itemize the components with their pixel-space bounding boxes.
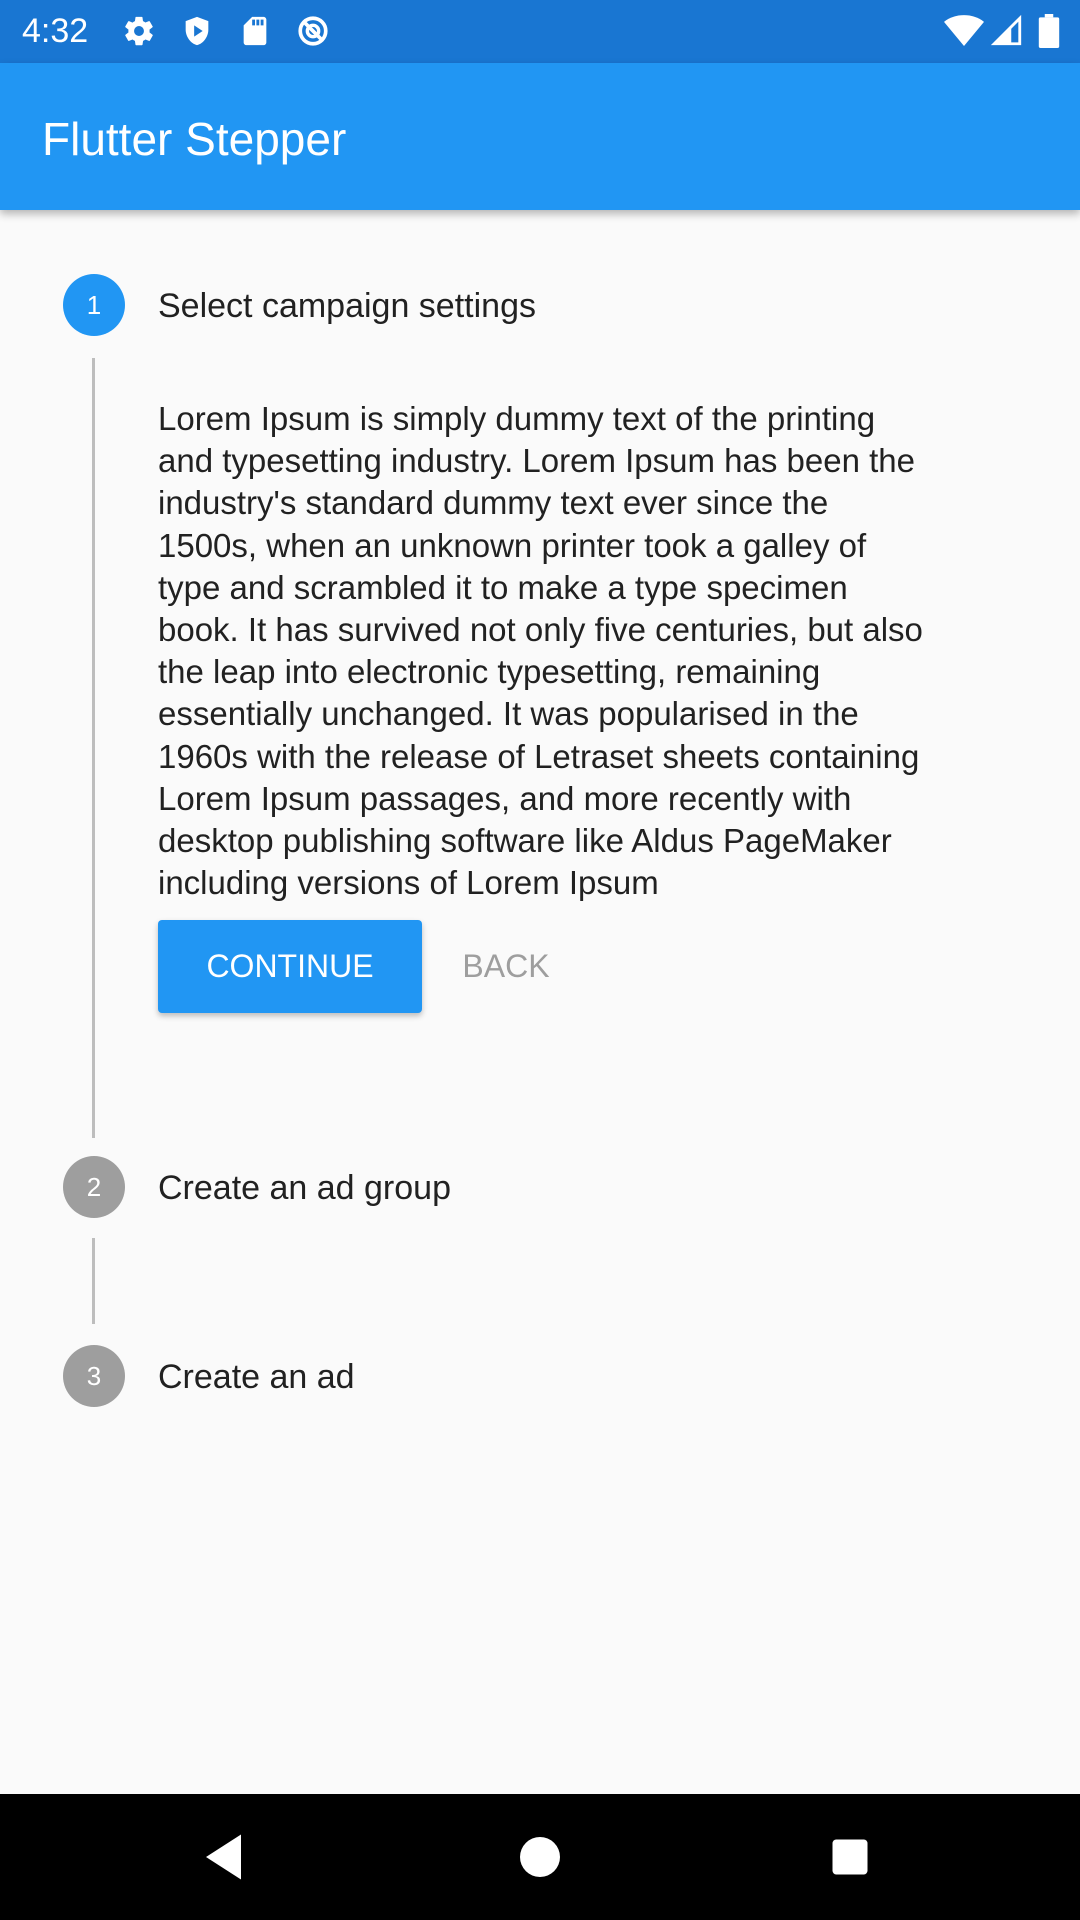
shield-play-icon xyxy=(180,14,214,48)
step-2-title[interactable]: Create an ad group xyxy=(158,1166,451,1210)
battery-icon xyxy=(1038,14,1060,48)
step-connector-2 xyxy=(92,1238,95,1324)
step-connector-1 xyxy=(92,358,95,1138)
app-bar: Flutter Stepper xyxy=(0,63,1080,210)
step-3-indicator[interactable]: 3 xyxy=(63,1345,125,1407)
status-time: 4:32 xyxy=(22,12,89,50)
sd-card-icon xyxy=(238,14,272,48)
navigation-bar xyxy=(0,1794,1080,1920)
no-sync-icon xyxy=(296,14,330,48)
content-line: 1500s, when an unknown printer took a ga… xyxy=(158,526,867,564)
cell-signal-icon xyxy=(990,14,1024,48)
step-1-number: 1 xyxy=(86,290,102,320)
content-line: type and scrambled it to make a type spe… xyxy=(158,568,848,606)
step-3-number: 3 xyxy=(86,1361,102,1391)
content-line: industry's standard dummy text ever sinc… xyxy=(158,484,829,522)
wifi-icon xyxy=(944,14,984,48)
content-line: essentially unchanged. It was popularise… xyxy=(158,695,859,733)
content-line: the leap into electronic typesetting, re… xyxy=(158,653,821,691)
content-line: including versions of Lorem Ipsum xyxy=(158,864,659,902)
step-2-number: 2 xyxy=(86,1172,102,1202)
back-triangle-icon[interactable] xyxy=(196,1827,256,1887)
app-title: Flutter Stepper xyxy=(42,113,347,165)
content-line: 1960s with the release of Letraset sheet… xyxy=(158,737,920,775)
continue-button[interactable]: CONTINUE xyxy=(158,920,422,1013)
step-1-title[interactable]: Select campaign settings xyxy=(158,284,536,328)
status-bar: 4:32 xyxy=(0,0,1080,63)
back-button[interactable]: BACK xyxy=(430,920,582,1013)
home-circle-icon[interactable] xyxy=(510,1827,570,1887)
content-line: book. It has survived not only five cent… xyxy=(158,611,923,649)
content-line: Lorem Ipsum is simply dummy text of the … xyxy=(158,400,876,437)
content-line: and typesetting industry. Lorem Ipsum ha… xyxy=(158,442,916,480)
step-1-indicator[interactable]: 1 xyxy=(63,274,125,336)
content-line: Lorem Ipsum passages, and more recently … xyxy=(158,779,852,817)
step-2-indicator[interactable]: 2 xyxy=(63,1156,125,1218)
content-line: desktop publishing software like Aldus P… xyxy=(158,822,892,860)
step-3-title[interactable]: Create an ad xyxy=(158,1355,355,1399)
recents-square-icon[interactable] xyxy=(820,1827,880,1887)
gear-icon xyxy=(122,14,156,48)
step-1-content: Lorem Ipsum is simply dummy text of the … xyxy=(158,398,1018,904)
